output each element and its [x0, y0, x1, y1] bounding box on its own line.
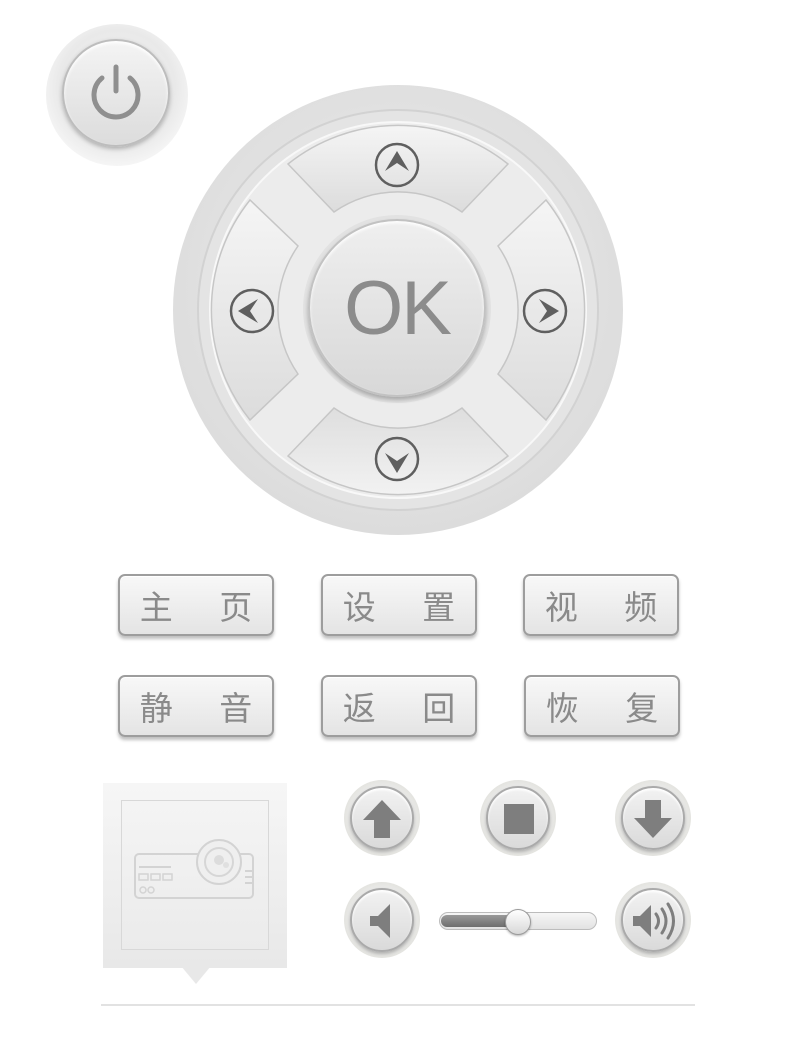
- home-label: 主 页: [139, 588, 271, 627]
- volume-down-icon: [370, 904, 390, 938]
- arrow-up-button[interactable]: [344, 780, 420, 856]
- chevron-down-icon: [374, 436, 420, 482]
- ok-label: OK: [344, 265, 452, 351]
- mute-button[interactable]: 静 音: [118, 675, 274, 737]
- video-label: 视 频: [544, 588, 676, 627]
- chevron-up-icon: [374, 142, 420, 188]
- back-label: 返 回: [342, 689, 474, 728]
- ok-button[interactable]: OK: [308, 219, 486, 397]
- stop-button[interactable]: [480, 780, 556, 856]
- stop-icon: [504, 804, 534, 834]
- arrow-up-icon: [363, 800, 401, 838]
- home-button[interactable]: 主 页: [118, 574, 274, 636]
- arrow-down-button[interactable]: [615, 780, 691, 856]
- video-button[interactable]: 视 频: [523, 574, 679, 636]
- settings-label: 设 置: [342, 588, 474, 627]
- volume-down-button[interactable]: [344, 882, 420, 958]
- restore-button[interactable]: 恢 复: [524, 675, 680, 737]
- restore-label: 恢 复: [545, 689, 677, 728]
- settings-button[interactable]: 设 置: [321, 574, 477, 636]
- volume-up-button[interactable]: [615, 882, 691, 958]
- power-button[interactable]: [62, 39, 170, 147]
- card-pointer: [181, 966, 211, 984]
- projector-icon: [134, 839, 254, 899]
- divider: [101, 1004, 695, 1006]
- back-button[interactable]: 返 回: [321, 675, 477, 737]
- chevron-left-icon: [229, 288, 275, 334]
- chevron-right-icon: [522, 288, 568, 334]
- volume-up-icon: [633, 902, 675, 940]
- mute-label: 静 音: [139, 689, 271, 728]
- arrow-down-icon: [634, 800, 672, 838]
- volume-slider-thumb[interactable]: [505, 909, 531, 935]
